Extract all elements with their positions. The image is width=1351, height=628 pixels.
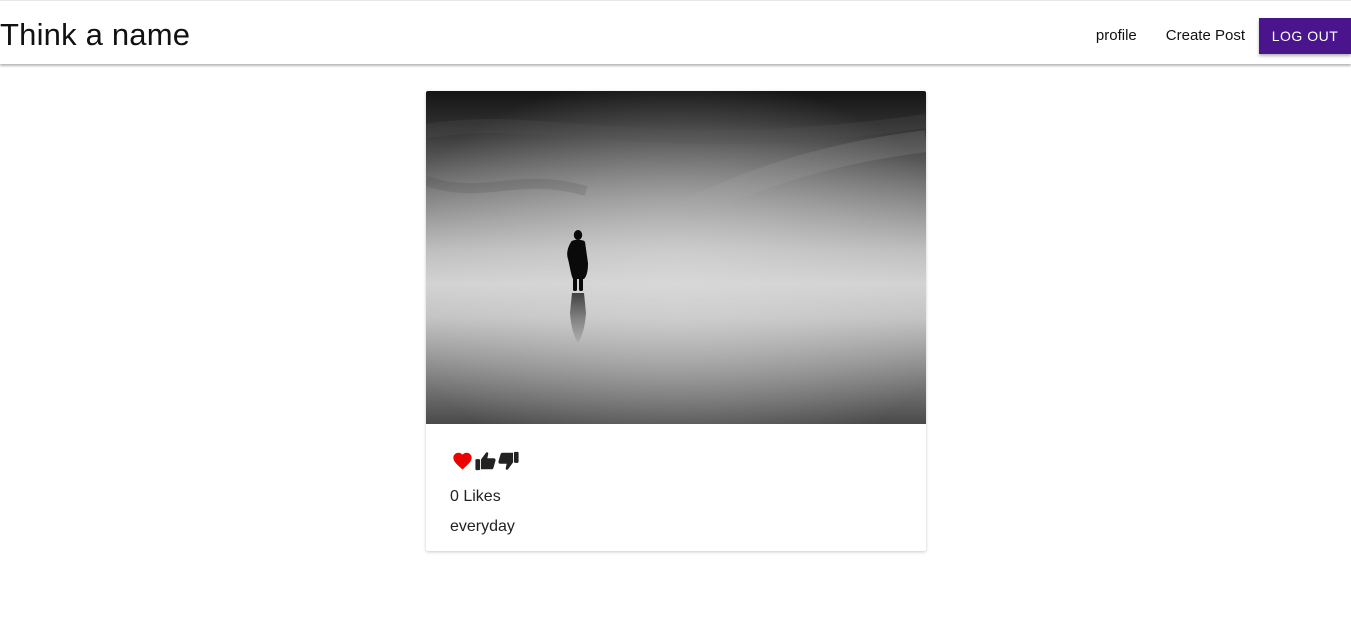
logout-button[interactable]: LOG OUT xyxy=(1259,18,1351,54)
heart-icon[interactable] xyxy=(451,450,474,472)
thumbs-up-icon[interactable] xyxy=(474,450,497,472)
post-image xyxy=(426,91,926,424)
thumbs-down-icon[interactable] xyxy=(497,450,520,472)
nav-create-post-link[interactable]: Create Post xyxy=(1152,18,1259,54)
post-content: 0 Likes everyday xyxy=(426,424,926,542)
post-caption: everyday xyxy=(450,518,515,535)
nav-links: profile Create Post LOG OUT xyxy=(1082,18,1351,54)
post-actions xyxy=(451,448,902,474)
navbar: Think a name profile Create Post LOG OUT xyxy=(0,0,1351,64)
nav-profile-link[interactable]: profile xyxy=(1082,18,1152,54)
likes-count: 0 Likes xyxy=(450,488,501,505)
post-image-graphic xyxy=(426,91,926,424)
post-card: 0 Likes everyday xyxy=(426,91,926,551)
brand-logo[interactable]: Think a name xyxy=(0,15,190,55)
